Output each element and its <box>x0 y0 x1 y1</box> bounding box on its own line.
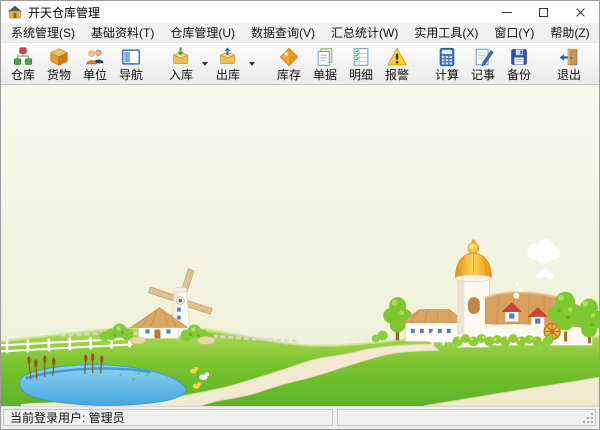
menu-window[interactable]: 窗口(Y) <box>486 22 542 43</box>
toolbar-label: 库存 <box>277 69 301 82</box>
status-bar: 当前登录用户: 管理员 <box>1 406 599 429</box>
toolbar-button-calculator[interactable]: 计算 <box>429 44 465 82</box>
toolbar-group-in-out: 入库 出库 <box>163 44 257 82</box>
title-bar: 开天仓库管理 <box>1 1 599 23</box>
toolbar-group-records: 库存 单据 <box>271 44 415 82</box>
toolbar-label: 记事 <box>471 69 495 82</box>
toolbar-label: 出库 <box>216 69 240 82</box>
window-title: 开天仓库管理 <box>28 4 100 21</box>
toolbar-label: 单位 <box>83 69 107 82</box>
menu-tools[interactable]: 实用工具(X) <box>406 22 486 43</box>
close-icon <box>575 7 586 18</box>
minimize-icon <box>502 12 512 13</box>
exit-door-icon <box>557 45 581 69</box>
menu-help[interactable]: 帮助(Z) <box>542 22 597 43</box>
status-user-panel: 当前登录用户: 管理员 <box>3 409 333 426</box>
goods-box-icon <box>47 45 71 69</box>
documents-icon <box>313 45 337 69</box>
units-people-icon <box>83 45 107 69</box>
toolbar-button-outbound[interactable]: 出库 <box>210 44 246 82</box>
toolbar-label: 导航 <box>119 69 143 82</box>
dropdown-arrow-icon <box>249 62 255 69</box>
close-button[interactable] <box>562 1 599 23</box>
menu-basic-data[interactable]: 基础资料(T) <box>83 22 162 43</box>
notepad-icon <box>471 45 495 69</box>
status-info-panel <box>337 409 596 426</box>
toolbar-button-notes[interactable]: 记事 <box>465 44 501 82</box>
dropdown-arrow-icon <box>202 62 208 69</box>
minimize-button[interactable] <box>488 1 525 23</box>
app-icon <box>8 5 22 19</box>
toolbar-button-navigation[interactable]: 导航 <box>113 44 149 82</box>
toolbar-label: 单据 <box>313 69 337 82</box>
toolbar-button-units[interactable]: 单位 <box>77 44 113 82</box>
toolbar-button-exit[interactable]: 退出 <box>551 44 587 82</box>
toolbar-label: 明细 <box>349 69 373 82</box>
toolbar-button-backup[interactable]: 备份 <box>501 44 537 82</box>
warehouse-tree-icon <box>11 45 35 69</box>
toolbar-label: 备份 <box>507 69 531 82</box>
toolbar-group-exit: 退出 <box>551 44 587 82</box>
maximize-button[interactable] <box>525 1 562 23</box>
stock-package-icon <box>277 45 301 69</box>
window-controls <box>488 1 599 23</box>
toolbar-button-alarm[interactable]: 报警 <box>379 44 415 82</box>
toolbar-button-goods[interactable]: 货物 <box>41 44 77 82</box>
toolbar-button-stock[interactable]: 库存 <box>271 44 307 82</box>
menu-bar: 系统管理(S) 基础资料(T) 仓库管理(U) 数据查询(V) 汇总统计(W) … <box>1 23 599 43</box>
main-canvas <box>1 85 599 406</box>
detail-list-icon <box>349 45 373 69</box>
toolbar-label: 入库 <box>169 69 193 82</box>
toolbar-button-detail[interactable]: 明细 <box>343 44 379 82</box>
outbound-box-icon <box>216 45 240 69</box>
backup-disk-icon <box>507 45 531 69</box>
toolbar: 仓库 货物 <box>1 43 599 85</box>
alarm-warning-icon <box>385 45 409 69</box>
toolbar-label: 退出 <box>557 69 581 82</box>
menu-system[interactable]: 系统管理(S) <box>3 22 83 43</box>
inbound-box-icon <box>169 45 193 69</box>
resize-grip[interactable] <box>582 412 594 424</box>
menu-statistics[interactable]: 汇总统计(W) <box>323 22 406 43</box>
toolbar-button-documents[interactable]: 单据 <box>307 44 343 82</box>
toolbar-label: 仓库 <box>11 69 35 82</box>
outbound-dropdown-button[interactable] <box>246 44 257 82</box>
toolbar-group-basic: 仓库 货物 <box>5 44 149 82</box>
menu-query[interactable]: 数据查询(V) <box>243 22 323 43</box>
inbound-dropdown-button[interactable] <box>199 44 210 82</box>
toolbar-label: 货物 <box>47 69 71 82</box>
maximize-icon <box>539 8 548 17</box>
toolbar-button-inbound[interactable]: 入库 <box>163 44 199 82</box>
toolbar-label: 报警 <box>385 69 409 82</box>
toolbar-label: 计算 <box>435 69 459 82</box>
menu-warehouse[interactable]: 仓库管理(U) <box>162 22 243 43</box>
calculator-icon <box>435 45 459 69</box>
toolbar-group-utilities: 计算 记事 <box>429 44 537 82</box>
app-window: 开天仓库管理 系统管理(S) 基础资料(T) 仓库管理(U) 数据查询(V) 汇… <box>0 0 600 430</box>
landscape-scene <box>1 85 599 406</box>
status-user-text: 当前登录用户: 管理员 <box>10 409 125 426</box>
navigation-panel-icon <box>119 45 143 69</box>
toolbar-button-warehouse[interactable]: 仓库 <box>5 44 41 82</box>
